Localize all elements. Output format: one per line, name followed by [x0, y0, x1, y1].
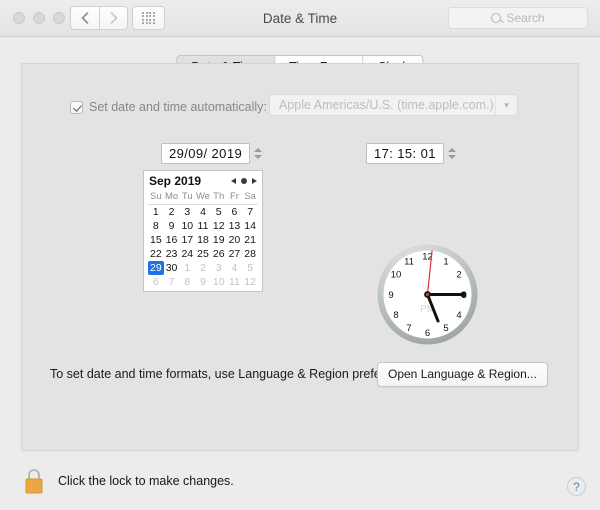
clock-center-pin: [425, 292, 430, 297]
calendar-day[interactable]: 18: [195, 233, 211, 247]
triangle-left-icon[interactable]: [231, 178, 236, 184]
calendar-weekday: Su: [148, 190, 164, 205]
calendar-day[interactable]: 11: [227, 275, 243, 289]
calendar-day[interactable]: 11: [195, 219, 211, 233]
set-automatically-checkbox[interactable]: [70, 100, 83, 114]
calendar-day[interactable]: 6: [227, 205, 243, 219]
calendar-grid: Su Mo Tu We Th Fr Sa 1 2 3 4 5 6 7 8 9 1…: [148, 190, 258, 289]
calendar-day[interactable]: 12: [211, 219, 227, 233]
calendar-day[interactable]: 14: [242, 219, 258, 233]
calendar-day[interactable]: 4: [227, 261, 243, 275]
calendar-day[interactable]: 27: [227, 247, 243, 261]
clock-number: 7: [406, 323, 411, 334]
calendar-day[interactable]: 10: [179, 219, 195, 233]
calendar-day[interactable]: 3: [179, 205, 195, 219]
calendar-day[interactable]: 6: [148, 275, 164, 289]
calendar-day[interactable]: 9: [195, 275, 211, 289]
calendar-weekday: Mo: [163, 190, 180, 205]
calendar-month-title: Sep 2019: [149, 174, 202, 188]
date-stepper[interactable]: [254, 144, 265, 164]
calendar-day[interactable]: 23: [164, 247, 180, 261]
calendar-widget[interactable]: Sep 2019 Su Mo Tu We Th Fr Sa 1 2 3 4 5 …: [143, 170, 263, 292]
calendar-day[interactable]: 15: [148, 233, 164, 247]
calendar-day[interactable]: 2: [164, 205, 180, 219]
calendar-day[interactable]: 25: [195, 247, 211, 261]
analog-clock: 12 1 2 3 4 5 6 7 8 9 10 11 PM: [377, 244, 478, 345]
calendar-day[interactable]: 30: [164, 261, 180, 275]
window-titlebar: Date & Time Search: [0, 0, 600, 37]
time-server-value: Apple Americas/U.S. (time.apple.com.): [279, 98, 494, 112]
format-note: To set date and time formats, use Langua…: [50, 367, 422, 381]
calendar-weekday: Th: [210, 190, 227, 205]
calendar-day[interactable]: 7: [164, 275, 180, 289]
calendar-day-selected[interactable]: 29: [148, 261, 164, 275]
lock-closed-icon[interactable]: [22, 466, 46, 496]
calendar-day[interactable]: 13: [227, 219, 243, 233]
date-field-group[interactable]: 29/09/ 2019: [161, 143, 265, 164]
clock-number: 4: [456, 310, 461, 321]
calendar-day[interactable]: 10: [211, 275, 227, 289]
clock-number: 2: [456, 270, 461, 281]
time-field-group[interactable]: 17: 15: 01: [366, 143, 459, 164]
help-button[interactable]: ?: [567, 477, 586, 496]
chevron-down-icon: ▾: [495, 95, 517, 115]
set-automatically-label: Set date and time automatically:: [89, 100, 267, 114]
time-input[interactable]: 17: 15: 01: [366, 143, 444, 164]
search-icon: [491, 13, 502, 23]
date-input[interactable]: 29/09/ 2019: [161, 143, 251, 164]
calendar-navigation: [231, 178, 257, 184]
calendar-weekday: Fr: [226, 190, 243, 205]
calendar-day[interactable]: 9: [164, 219, 180, 233]
calendar-day[interactable]: 19: [211, 233, 227, 247]
calendar-day[interactable]: 26: [211, 247, 227, 261]
calendar-day[interactable]: 8: [148, 219, 164, 233]
lock-row: Click the lock to make changes.: [22, 466, 234, 496]
question-mark-icon: ?: [573, 479, 580, 494]
calendar-day[interactable]: 22: [148, 247, 164, 261]
clock-number: 10: [391, 270, 402, 281]
calendar-day[interactable]: 4: [195, 205, 211, 219]
search-placeholder: Search: [506, 11, 545, 25]
calendar-weekday: Tu: [179, 190, 196, 205]
triangle-right-icon[interactable]: [252, 178, 257, 184]
lock-message: Click the lock to make changes.: [58, 474, 234, 488]
preferences-panel: Set date and time automatically: Apple A…: [21, 63, 579, 451]
clock-number: 6: [425, 328, 430, 339]
calendar-day[interactable]: 1: [179, 261, 195, 275]
dot-icon[interactable]: [241, 178, 247, 184]
calendar-day[interactable]: 2: [195, 261, 211, 275]
calendar-day[interactable]: 7: [242, 205, 258, 219]
calendar-day[interactable]: 21: [242, 233, 258, 247]
calendar-day[interactable]: 5: [242, 261, 258, 275]
calendar-day[interactable]: 8: [179, 275, 195, 289]
clock-number: 1: [443, 257, 448, 268]
calendar-header: Sep 2019: [148, 174, 258, 190]
calendar-day[interactable]: 24: [179, 247, 195, 261]
calendar-day[interactable]: 17: [179, 233, 195, 247]
calendar-day[interactable]: 28: [242, 247, 258, 261]
clock-number: 8: [393, 310, 398, 321]
calendar-day[interactable]: 12: [242, 275, 258, 289]
calendar-weekday: Sa: [242, 190, 258, 205]
clock-number: 5: [443, 323, 448, 334]
calendar-weekday: We: [195, 190, 211, 205]
calendar-day[interactable]: 1: [148, 205, 164, 219]
time-stepper[interactable]: [447, 144, 459, 164]
calendar-day[interactable]: 20: [227, 233, 243, 247]
search-input[interactable]: Search: [448, 7, 588, 29]
open-language-region-button[interactable]: Open Language & Region...: [377, 362, 548, 387]
clock-number: 9: [388, 290, 393, 301]
calendar-day[interactable]: 3: [211, 261, 227, 275]
time-server-dropdown[interactable]: Apple Americas/U.S. (time.apple.com.) ▾: [269, 94, 518, 116]
clock-number: 11: [404, 257, 414, 268]
calendar-day[interactable]: 16: [164, 233, 180, 247]
set-automatically-row[interactable]: Set date and time automatically:: [70, 100, 267, 114]
calendar-day[interactable]: 5: [211, 205, 227, 219]
